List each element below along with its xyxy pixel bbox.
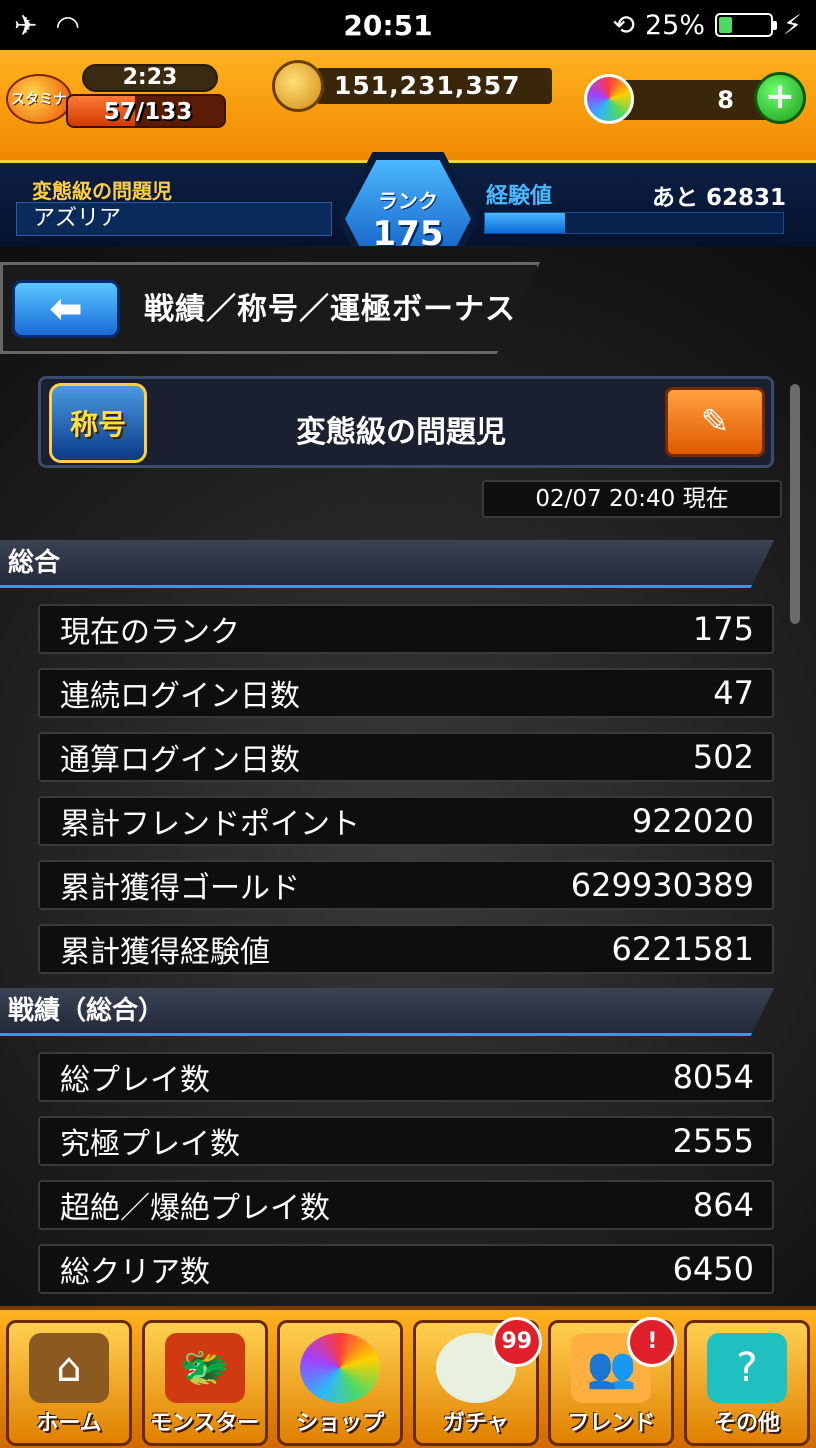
title-badge: 称号	[49, 383, 147, 463]
add-orb-button[interactable]: +	[754, 72, 806, 124]
nav-gacha-button[interactable]: 99 ガチャ	[412, 1317, 542, 1446]
nav-monster-button[interactable]: 🐲 モンスター	[141, 1320, 268, 1446]
stamina-value: 57/133	[103, 99, 193, 125]
title-card: 称号 変態級の問題児 ✎	[38, 376, 774, 468]
stat-value: 2555	[672, 1122, 754, 1160]
pencil-icon: ✎	[700, 402, 730, 442]
battery-percent: 25%	[645, 9, 706, 41]
gacha-badge: 99	[491, 1317, 542, 1367]
nav-label: モンスター	[149, 1411, 260, 1436]
battery-icon	[715, 13, 778, 37]
gold-display: 151,231,357	[272, 58, 554, 120]
stat-row: 連続ログイン日数 47	[38, 668, 774, 718]
monster-icon: 🐲	[164, 1333, 245, 1403]
stat-label: 通算ログイン日数	[60, 743, 300, 778]
nav-label: フレンド	[567, 1411, 656, 1436]
stat-value: 502	[692, 738, 754, 776]
friend-badge: !	[627, 1317, 678, 1367]
nav-shop-button[interactable]: ショップ	[277, 1320, 404, 1446]
stat-value: 175	[692, 610, 754, 648]
stat-value: 922020	[631, 802, 754, 840]
bottom-nav: ⌂ ホーム 🐲 モンスター ショップ 99 ガチャ 👥 ! フレンド ? その他	[0, 1306, 816, 1448]
back-button[interactable]: ⬅	[12, 280, 120, 338]
stat-row: 総プレイ数 8054	[38, 1052, 774, 1102]
rotation-lock-icon: ⟲	[612, 9, 635, 41]
exp-label: 経験値	[486, 184, 553, 209]
stat-row: 通算ログイン日数 502	[38, 732, 774, 782]
gold-coin-icon	[272, 60, 324, 112]
stat-value: 6221581	[611, 930, 754, 968]
nav-other-button[interactable]: ? その他	[683, 1320, 810, 1446]
stat-label: 究極プレイ数	[60, 1127, 240, 1162]
timestamp: 02/07 20:40 現在	[482, 480, 782, 518]
player-name: アズリア	[16, 202, 332, 236]
orb-display: 8 +	[584, 72, 808, 128]
stats-page: ⬅ 戦績／称号／運極ボーナス 称号 変態級の問題児 ✎ 02/07 20:40 …	[0, 246, 816, 1316]
stamina-bar: 57/133	[66, 94, 226, 128]
edit-title-button[interactable]: ✎	[665, 387, 765, 457]
stat-label: 超絶／爆絶プレイ数	[60, 1191, 330, 1226]
stat-value: 629930389	[570, 866, 754, 904]
stat-row: 累計獲得ゴールド 629930389	[38, 860, 774, 910]
section-header-overall: 総合	[0, 540, 774, 588]
gold-value: 151,231,357	[316, 68, 552, 104]
back-arrow-icon: ⬅	[49, 286, 83, 332]
shop-orb-icon	[300, 1333, 381, 1403]
stat-row: 現在のランク 175	[38, 604, 774, 654]
orb-icon	[584, 74, 634, 124]
stat-row: 総クリア数 6450	[38, 1244, 774, 1294]
page-title: 戦績／称号／運極ボーナス	[144, 292, 516, 327]
stat-label: 連続ログイン日数	[60, 679, 300, 714]
battery-fill	[719, 17, 732, 33]
home-icon: ⌂	[29, 1333, 109, 1403]
stat-row: 累計フレンドポイント 922020	[38, 796, 774, 846]
nav-label: その他	[713, 1411, 780, 1436]
current-title: 変態級の問題児	[296, 415, 506, 450]
scroll-thumb[interactable]	[790, 384, 800, 624]
stat-value: 8054	[672, 1058, 754, 1096]
player-title: 変態級の問題児	[32, 179, 172, 203]
nav-label: ショップ	[296, 1411, 385, 1436]
status-time: 20:51	[343, 8, 433, 42]
section-header-battle: 戦績（総合）	[0, 988, 774, 1036]
stat-label: 総クリア数	[60, 1255, 210, 1290]
nav-label: ガチャ	[442, 1411, 509, 1436]
stat-label: 総プレイ数	[60, 1063, 210, 1098]
status-right: ⟲ 25% ⚡	[562, 10, 802, 41]
airplane-icon: ✈	[14, 8, 38, 42]
exp-bar	[484, 212, 784, 234]
stamina-box: 2:23 57/133	[66, 64, 236, 130]
stat-value: 864	[692, 1186, 754, 1224]
game-header: スタミナ 2:23 57/133 151,231,357 8 + 変態級の問題児…	[0, 50, 816, 286]
stamina-timer: 2:23	[82, 64, 218, 92]
stat-label: 現在のランク	[60, 615, 240, 650]
exp-remaining: あと 62831	[651, 185, 786, 211]
stat-row: 究極プレイ数 2555	[38, 1116, 774, 1166]
status-bar: ✈ ◠ 20:51 ⟲ 25% ⚡	[0, 0, 816, 50]
stat-label: 累計獲得ゴールド	[60, 871, 300, 906]
rank-label: ランク	[378, 188, 438, 213]
nav-home-button[interactable]: ⌂ ホーム	[6, 1320, 132, 1446]
charging-icon: ⚡	[783, 9, 802, 41]
exp-fill	[485, 213, 566, 233]
status-left: ✈ ◠	[14, 9, 214, 42]
wifi-icon: ◠	[55, 8, 80, 42]
stat-row: 累計獲得経験値 6221581	[38, 924, 774, 974]
nav-label: ホーム	[36, 1411, 102, 1436]
stat-value: 47	[713, 674, 754, 712]
stat-value: 6450	[672, 1250, 754, 1288]
stamina-icon: スタミナ	[6, 74, 72, 124]
stat-label: 累計フレンドポイント	[60, 807, 360, 842]
scrollbar[interactable]	[790, 384, 800, 1304]
stat-row: 超絶／爆絶プレイ数 864	[38, 1180, 774, 1230]
other-icon: ?	[706, 1333, 787, 1403]
nav-friend-button[interactable]: 👥 ! フレンド	[548, 1317, 678, 1446]
stat-label: 累計獲得経験値	[60, 935, 270, 970]
